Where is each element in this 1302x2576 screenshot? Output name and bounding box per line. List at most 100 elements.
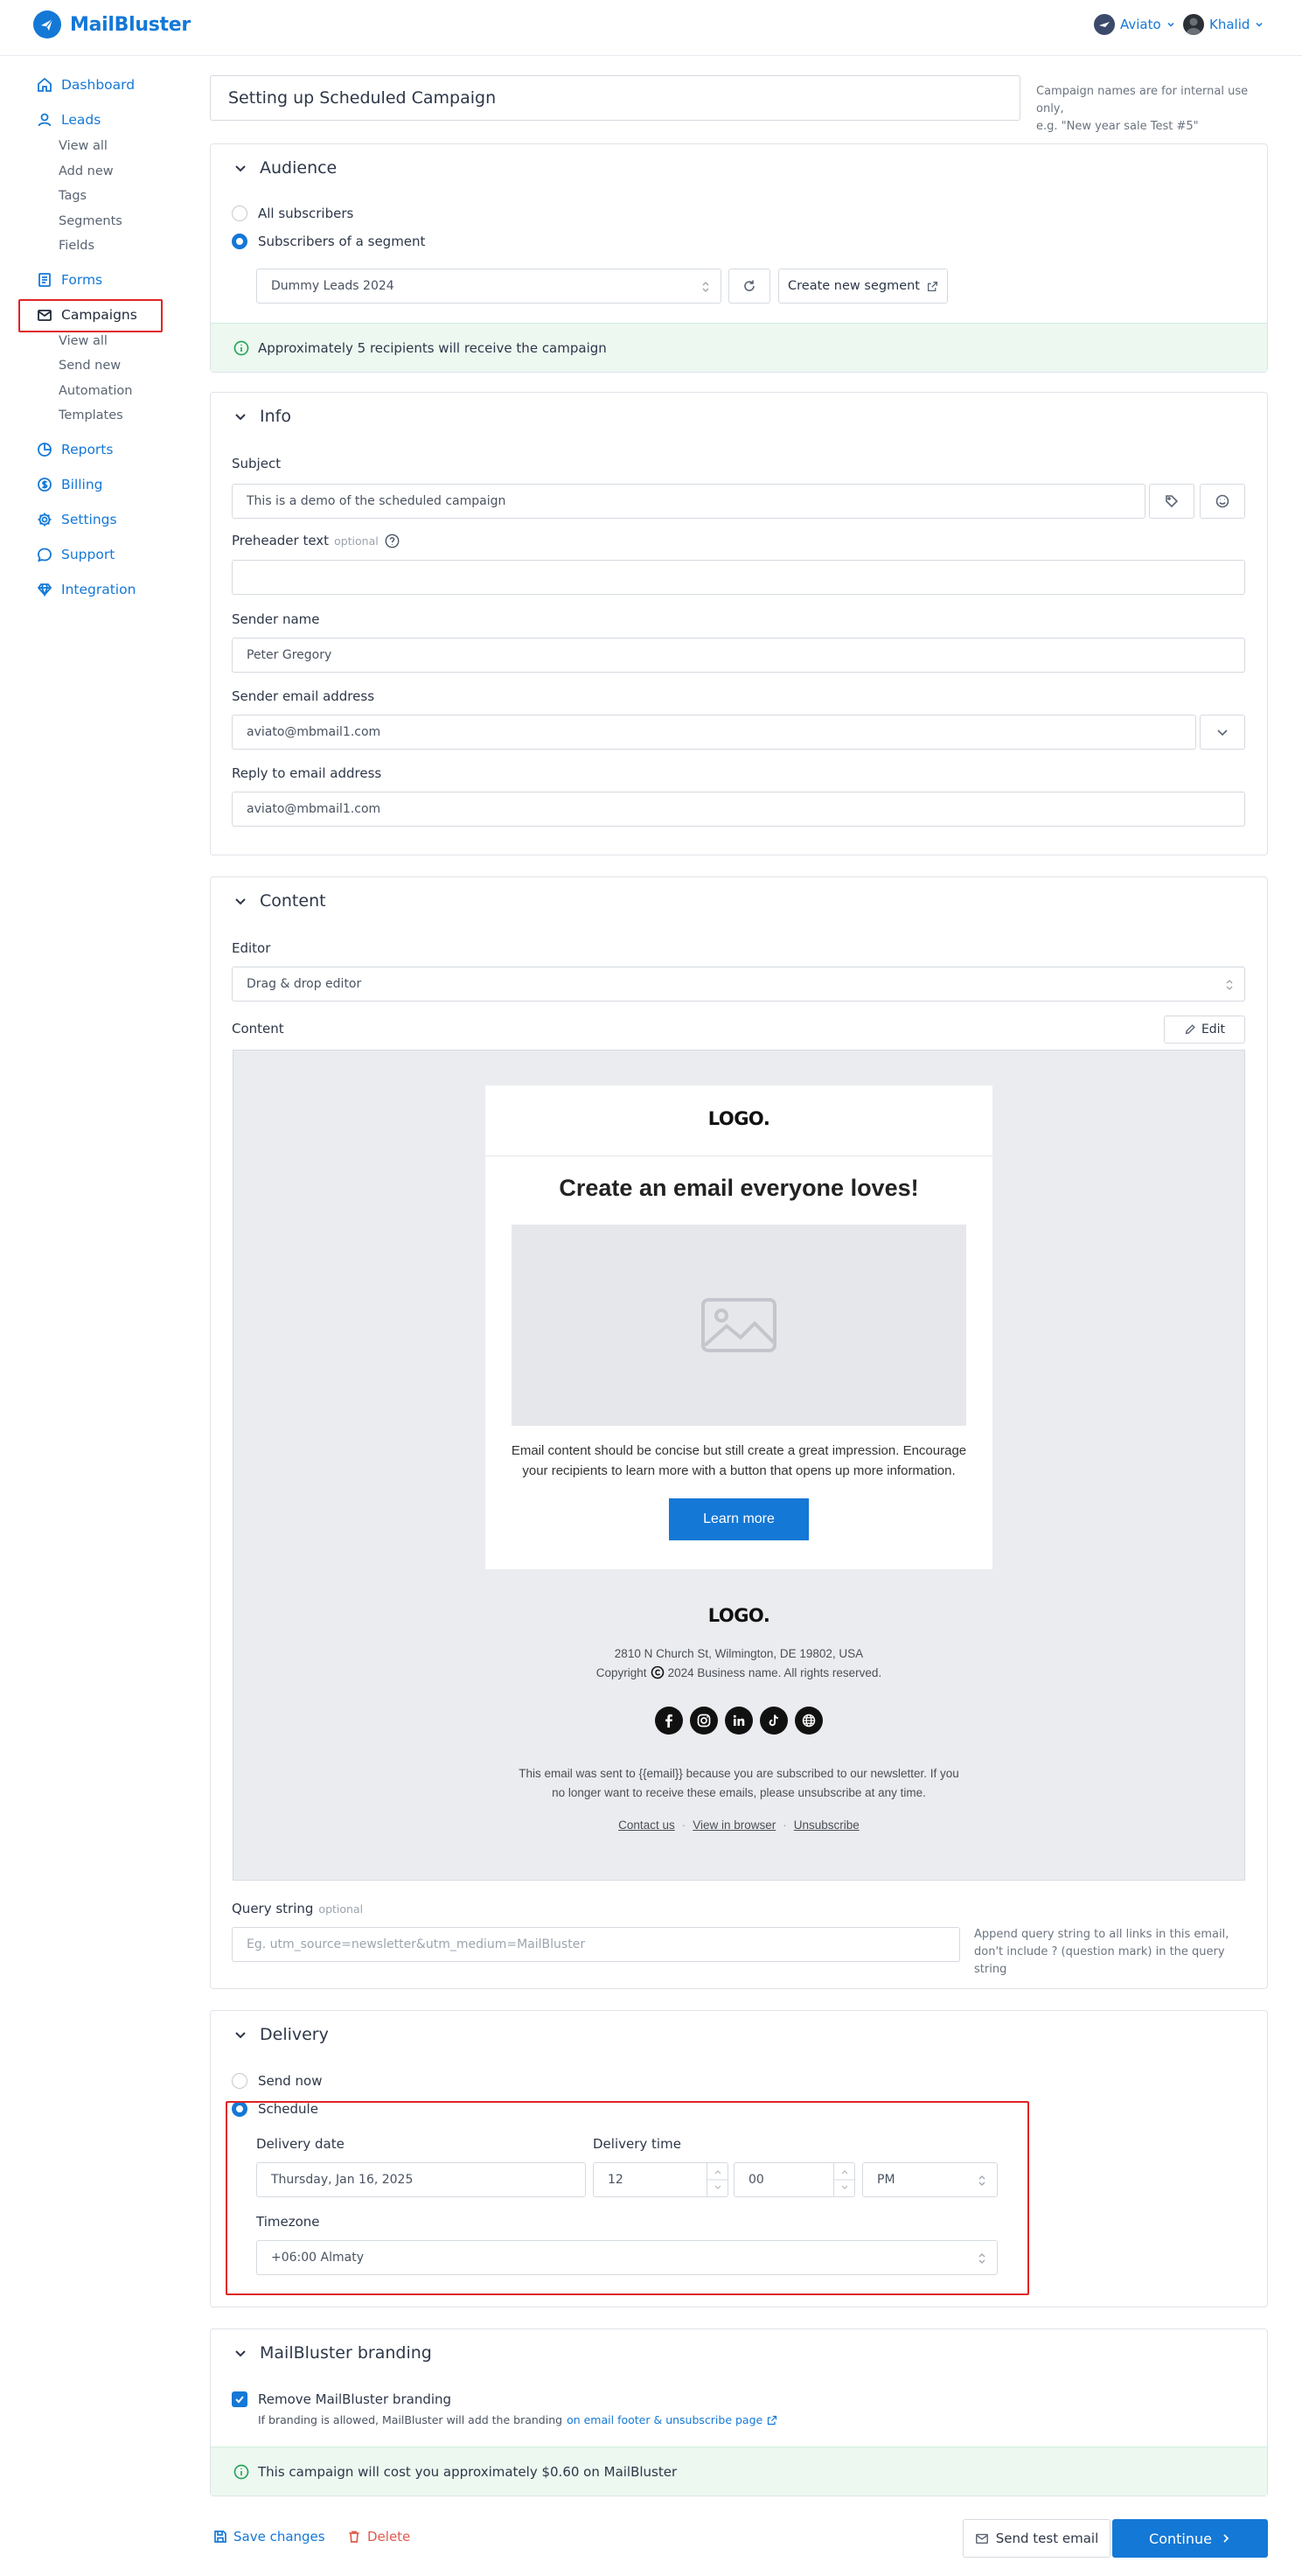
instagram-icon[interactable] [690, 1707, 718, 1735]
email-headline: Create an email everyone loves! [559, 1175, 919, 1201]
sidebar-sub-leads-tags[interactable]: Tags [59, 189, 87, 203]
hint-line: don't include ? (question mark) in the q… [974, 1945, 1225, 1976]
send-test-email-button[interactable]: Send test email [963, 2519, 1111, 2558]
sender-name-input[interactable]: Peter Gregory [232, 638, 1245, 673]
user-name: Khalid [1209, 17, 1250, 32]
view-in-browser-link[interactable]: View in browser [693, 1819, 776, 1832]
delivery-header[interactable]: Delivery [233, 2025, 329, 2044]
hint-line: Campaign names are for internal use only… [1036, 85, 1249, 115]
mail-icon [975, 2533, 988, 2545]
emoji-icon [1215, 494, 1229, 508]
select-arrows-icon [1226, 980, 1233, 990]
footer-notice: This email was sent to {{email}} because… [233, 1764, 1244, 1803]
delete-button[interactable]: Delete [347, 2529, 410, 2545]
sidebar-sub-leads-segments[interactable]: Segments [59, 214, 122, 228]
personalization-tag-button[interactable] [1149, 484, 1194, 519]
chevron-down-icon [235, 165, 246, 172]
sidebar-sub-campaigns-automation[interactable]: Automation [59, 384, 132, 398]
optional-tag: optional [318, 1902, 364, 1916]
reports-icon [38, 443, 52, 457]
footer-logo: LOGO. [707, 1605, 770, 1626]
subject-input[interactable]: This is a demo of the scheduled campaign [232, 484, 1145, 519]
sidebar-sub-campaigns-templates[interactable]: Templates [59, 408, 123, 422]
remove-branding-checkbox[interactable]: Remove MailBluster branding [232, 2391, 451, 2407]
sender-email-input[interactable]: aviato@mbmail1.com [232, 715, 1196, 750]
learn-more-button[interactable]: Learn more [669, 1498, 809, 1540]
refresh-segments-button[interactable] [728, 269, 770, 304]
content-label: Content [232, 1021, 284, 1037]
info-card: Info Subject This is a demo of the sched… [210, 392, 1268, 855]
save-changes-button[interactable]: Save changes [213, 2529, 325, 2545]
brand[interactable]: MailBluster [33, 10, 191, 38]
cost-notice: This campaign will cost you approximatel… [211, 2447, 1267, 2496]
sidebar-sub-campaigns-send-new[interactable]: Send new [59, 359, 121, 373]
sender-email-dropdown-button[interactable] [1200, 715, 1245, 750]
audience-header[interactable]: Audience [233, 158, 337, 178]
form-icon [38, 273, 51, 287]
sidebar-item-settings[interactable]: Settings [37, 512, 117, 527]
radio-dot [232, 2073, 247, 2089]
subject-label: Subject [232, 456, 282, 471]
reply-email-input[interactable]: aviato@mbmail1.com [232, 792, 1245, 827]
facebook-icon[interactable] [655, 1707, 683, 1735]
chevron-down-icon [1217, 730, 1228, 736]
contact-us-link[interactable]: Contact us [618, 1819, 675, 1832]
help-circle-icon[interactable] [385, 534, 400, 548]
section-title: Delivery [260, 2025, 329, 2044]
section-title: Content [260, 891, 326, 911]
sidebar-item-integration[interactable]: Integration [37, 582, 136, 597]
tiktok-icon[interactable] [760, 1707, 788, 1735]
branding-note: If branding is allowed, MailBluster will… [258, 2413, 777, 2426]
pencil-icon [1185, 1024, 1195, 1035]
radio-all-subscribers[interactable]: All subscribers [232, 206, 353, 221]
user-icon [38, 113, 52, 127]
segment-select[interactable]: Dummy Leads 2024 [256, 269, 721, 304]
org-name: Aviato [1120, 17, 1161, 32]
linkedin-icon[interactable] [725, 1707, 753, 1735]
info-header[interactable]: Info [233, 407, 291, 426]
sidebar-sub-campaigns-view-all[interactable]: View all [59, 334, 108, 348]
unsubscribe-link[interactable]: Unsubscribe [794, 1819, 860, 1832]
schedule-highlight-box [226, 2101, 1029, 2295]
emoji-button[interactable] [1200, 484, 1245, 519]
branding-info-link[interactable]: on email footer & unsubscribe page [567, 2413, 762, 2426]
sidebar-item-support[interactable]: Support [37, 547, 115, 562]
edit-content-button[interactable]: Edit [1164, 1016, 1245, 1044]
continue-button[interactable]: Continue [1112, 2519, 1268, 2558]
globe-icon[interactable] [795, 1707, 823, 1735]
sidebar-item-forms[interactable]: Forms [37, 272, 102, 288]
sidebar-item-dashboard[interactable]: Dashboard [37, 77, 135, 93]
reply-email-label: Reply to email address [232, 765, 382, 781]
query-string-input[interactable]: Eg. utm_source=newsletter&utm_medium=Mai… [232, 1927, 960, 1962]
checkbox-label: Remove MailBluster branding [258, 2391, 452, 2407]
sidebar-sub-leads-add-new[interactable]: Add new [59, 164, 114, 178]
user-menu[interactable]: Khalid [1183, 14, 1264, 35]
radio-segment[interactable]: Subscribers of a segment [232, 234, 425, 249]
audience-card: Audience All subscribers Subscribers of … [210, 143, 1268, 373]
radio-send-now[interactable]: Send now [232, 2073, 323, 2089]
copyright-prefix: Copyright [595, 1665, 647, 1679]
brand-name: MailBluster [70, 13, 191, 36]
org-switcher[interactable]: Aviato [1094, 14, 1175, 35]
email-image-placeholder [512, 1225, 966, 1426]
tag-icon [1166, 495, 1179, 508]
campaign-name-input[interactable]: Setting up Scheduled Campaign [210, 75, 1020, 121]
sidebar-sub-leads-view-all[interactable]: View all [59, 139, 108, 153]
preheader-input[interactable] [232, 560, 1245, 595]
sidebar-sub-leads-fields[interactable]: Fields [59, 239, 94, 253]
editor-select[interactable]: Drag & drop editor [232, 967, 1245, 1002]
select-value: Dummy Leads 2024 [271, 279, 394, 293]
sidebar-item-leads[interactable]: Leads [37, 112, 101, 128]
sidebar-item-label: Reports [61, 442, 114, 457]
content-header[interactable]: Content [233, 891, 326, 911]
campaigns-highlight-box [18, 299, 163, 332]
home-icon [38, 77, 52, 92]
sidebar-item-billing[interactable]: Billing [37, 477, 103, 492]
recipients-notice: Approximately 5 recipients will receive … [211, 323, 1267, 372]
body-line: Email content should be concise but stil… [511, 1443, 967, 1458]
button-label: Continue [1149, 2530, 1212, 2547]
sidebar-item-reports[interactable]: Reports [37, 442, 113, 457]
create-segment-button[interactable]: Create new segment [778, 269, 948, 304]
branding-header[interactable]: MailBluster branding [233, 2343, 432, 2363]
notice-text: This campaign will cost you approximatel… [258, 2463, 678, 2480]
